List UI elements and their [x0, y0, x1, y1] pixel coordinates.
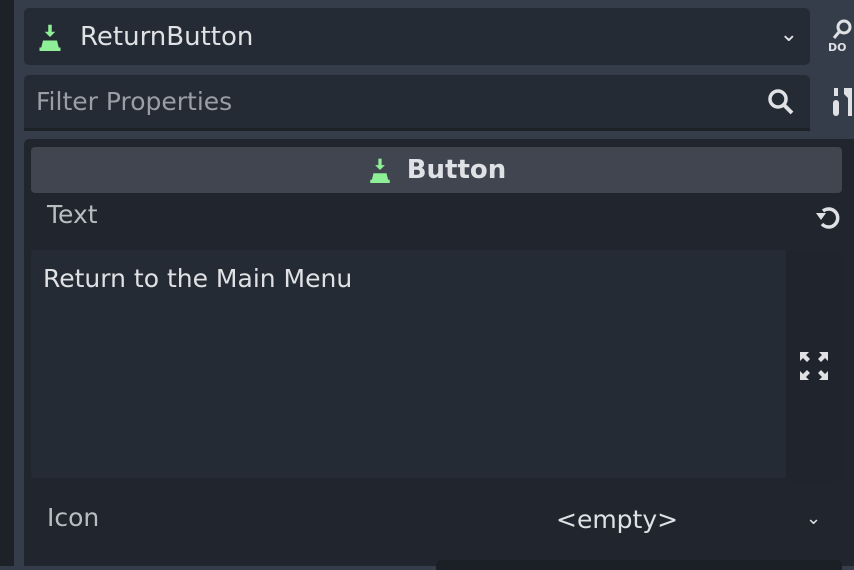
dock-separator: [0, 0, 14, 566]
button-node-icon: [39, 24, 61, 51]
documentation-icon[interactable]: DO: [828, 18, 854, 54]
node-selector-dropdown[interactable]: ReturnButton ⌄: [24, 8, 810, 65]
revert-icon[interactable]: [814, 203, 842, 231]
icon-resource-picker[interactable]: <empty>: [556, 505, 678, 534]
object-tools-icon[interactable]: [832, 86, 854, 118]
class-name: Button: [406, 155, 507, 185]
class-section-header[interactable]: Button: [31, 147, 842, 193]
text-property-textarea[interactable]: Return to the Main Menu: [31, 250, 786, 478]
chevron-down-icon: ⌄: [779, 22, 798, 47]
node-name: ReturnButton: [80, 21, 254, 52]
button-class-icon: [369, 158, 390, 183]
filter-properties-input[interactable]: [36, 87, 736, 116]
search-icon: [768, 89, 794, 115]
icon-property-label: Icon: [47, 503, 100, 532]
chevron-down-icon[interactable]: ⌄: [806, 508, 821, 529]
svg-text:DO: DO: [828, 41, 846, 54]
text-property-label: Text: [47, 200, 98, 229]
expand-editor-icon[interactable]: [799, 351, 829, 381]
filter-properties-field[interactable]: [24, 75, 810, 131]
next-property-field: [436, 560, 842, 570]
